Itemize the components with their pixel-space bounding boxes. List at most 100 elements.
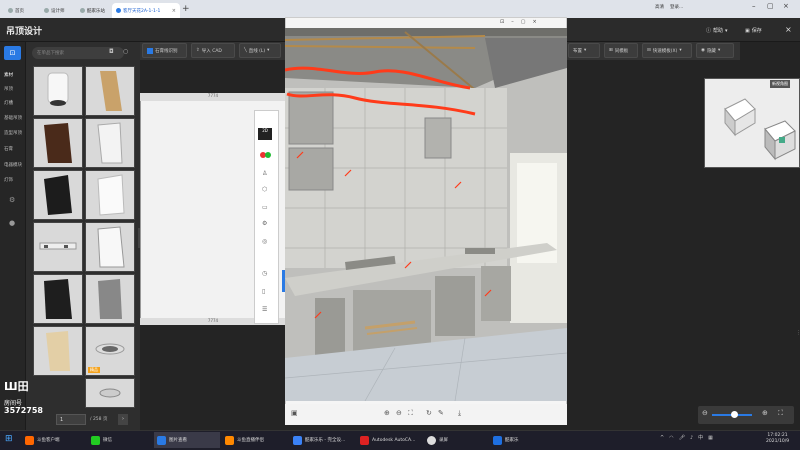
grey-trim-image [98, 279, 122, 319]
category-lighting[interactable]: 灯饰 [4, 177, 13, 183]
autocad-icon [360, 435, 369, 445]
color-toggle-icon[interactable] [260, 152, 272, 158]
zoom-in-icon[interactable]: ⊕ [384, 409, 390, 417]
keyboard-icon[interactable]: ▦ [708, 435, 713, 441]
black-trim-image [44, 279, 72, 319]
system-tray[interactable]: ^ ◠ 🎤︎ ♪ 中 ▦ [660, 434, 713, 442]
list-icon[interactable]: ☰ [262, 306, 267, 313]
category-ceiling[interactable]: 吊顶 [4, 86, 13, 92]
minimize-icon[interactable]: – [752, 2, 756, 10]
chevron-down-icon: ▾ [725, 27, 728, 34]
pin-icon[interactable]: ⊡ [500, 19, 504, 25]
new-tab-icon[interactable]: + [182, 4, 190, 14]
user-icon[interactable]: ● [9, 219, 15, 227]
material-item[interactable] [33, 326, 83, 376]
tray-expand-icon[interactable]: ^ [660, 435, 664, 441]
category-light-trough[interactable]: 灯槽 [4, 100, 13, 106]
windows-start-icon[interactable]: ⊞ [5, 434, 13, 444]
category-shaped-ceiling[interactable]: 造型吊顶 [4, 130, 22, 136]
zoom-out-icon[interactable]: ⊖ [702, 409, 708, 417]
material-item[interactable] [85, 66, 135, 116]
material-item[interactable] [33, 118, 83, 168]
taskbar-clock[interactable]: 17:02:21 2021/10/9 [766, 433, 789, 445]
zoom-slider-handle[interactable] [731, 411, 738, 418]
material-item[interactable] [85, 378, 135, 408]
settings-icon[interactable]: ⚙ [9, 196, 15, 204]
category-appliance[interactable]: 电器模块 [4, 162, 22, 168]
template-icon: ⊞ [609, 48, 613, 53]
close-editor-icon[interactable]: × [785, 25, 792, 34]
volume-icon[interactable]: ♪ [690, 435, 693, 441]
user-tool-icon[interactable]: ♙ [262, 170, 267, 177]
ime-icon[interactable]: 中 [698, 434, 703, 441]
tab-designer[interactable]: 设计师 [40, 3, 69, 18]
material-item[interactable] [85, 274, 135, 324]
quick-template-button[interactable]: ⊟ 快速模板(X) ▾ [642, 43, 692, 58]
clock-icon[interactable]: ◷ [262, 270, 267, 277]
doc-icon[interactable]: ▯ [262, 288, 265, 295]
rotate-icon[interactable]: ↻ [426, 409, 432, 417]
fit-view-icon[interactable]: ⛶ [778, 409, 783, 418]
material-item[interactable] [85, 222, 135, 272]
material-item[interactable] [33, 222, 83, 272]
refresh-icon[interactable]: ○ [123, 48, 128, 55]
taskbar-item[interactable]: 酷家乐乐 - 完全设... [290, 432, 348, 448]
camera-icon[interactable]: ◘ [109, 48, 114, 55]
close-tab-icon[interactable]: × [172, 8, 176, 14]
spotlight-image [99, 388, 121, 398]
maximize-icon[interactable]: ▢ [521, 19, 526, 25]
taskbar-item[interactable]: 录屏 [424, 432, 451, 448]
fit-icon[interactable]: ⛶ [408, 409, 413, 418]
maximize-icon[interactable]: ▢ [767, 2, 774, 10]
close-icon[interactable]: × [532, 19, 536, 25]
hide-button[interactable]: ◉ 隐藏 ▾ [696, 43, 734, 58]
zoom-out-icon[interactable]: ⊖ [396, 409, 402, 417]
line-tool-button[interactable]: ╲ 直线 (L) ▾ [239, 43, 281, 58]
taskbar-item[interactable]: 酷家乐 [490, 432, 522, 448]
taskbar-item[interactable]: 斗鱼客户端 [22, 432, 63, 448]
browser-account[interactable]: 高清 登录... [655, 4, 683, 10]
gypsum-line-toggle[interactable]: 石膏线识别 [142, 43, 187, 58]
minimize-icon[interactable]: – [511, 19, 514, 25]
material-library-icon[interactable]: ⊡ [4, 46, 21, 60]
help-button[interactable]: ⓘ 帮助 ▾ [706, 27, 728, 35]
taskbar-item[interactable]: 图片查看 [154, 432, 220, 448]
mic-icon[interactable]: 🎤︎ [679, 435, 685, 441]
tab-kujiale[interactable]: 酷家乐站 [76, 3, 109, 18]
material-item[interactable]: 精品 [85, 326, 135, 376]
material-item[interactable] [33, 274, 83, 324]
tab-home[interactable]: 首页 [4, 3, 28, 18]
layout-button[interactable]: 布置 ▾ [568, 43, 600, 58]
2d-view-icon[interactable]: 2D [258, 128, 272, 140]
import-cad-button[interactable]: ⇪ 导入 CAD [191, 43, 235, 58]
page-input[interactable]: 1 [56, 414, 86, 425]
folder-icon[interactable]: ▭ [262, 204, 268, 211]
taskbar-item[interactable]: 斗鱼直播伴侣 [222, 432, 267, 448]
category-gypsum[interactable]: 石膏 [4, 146, 13, 152]
checkbox-icon[interactable] [147, 47, 153, 54]
material-item[interactable] [33, 170, 83, 220]
edit-icon[interactable]: ✎ [438, 409, 444, 417]
download-icon[interactable]: ⤓ [458, 409, 461, 418]
zoom-in-icon[interactable]: ⊕ [762, 409, 768, 417]
tab-ceiling-design[interactable]: 客厅天花2A-1-1-1 × [112, 3, 180, 18]
cube-icon[interactable]: ⬡ [262, 186, 267, 193]
category-material[interactable]: 素材 [4, 72, 13, 78]
wifi-icon[interactable]: ◠ [669, 435, 673, 441]
slideshow-icon[interactable]: ▣ [291, 409, 298, 417]
gear-icon[interactable]: ⚙ [262, 220, 267, 227]
close-window-icon[interactable]: × [783, 2, 789, 10]
save-button[interactable]: ▣ 保存 [745, 27, 762, 35]
same-template-button[interactable]: ⊞ 同模板 [604, 43, 638, 58]
taskbar-item[interactable]: 微信 [88, 432, 115, 448]
douyu-logo: Ш田 [4, 380, 29, 393]
material-item[interactable] [85, 170, 135, 220]
taskbar-item[interactable]: Autodesk AutoCA... [357, 432, 418, 448]
3d-preview[interactable] [704, 78, 800, 168]
next-page-icon[interactable]: › [118, 414, 128, 425]
target-icon[interactable]: ◎ [262, 238, 267, 245]
material-item[interactable] [33, 66, 83, 116]
scroll-handle[interactable]: ⋮ [796, 330, 800, 336]
material-item[interactable] [85, 118, 135, 168]
category-basic-ceiling[interactable]: 基础吊顶 [4, 115, 22, 121]
